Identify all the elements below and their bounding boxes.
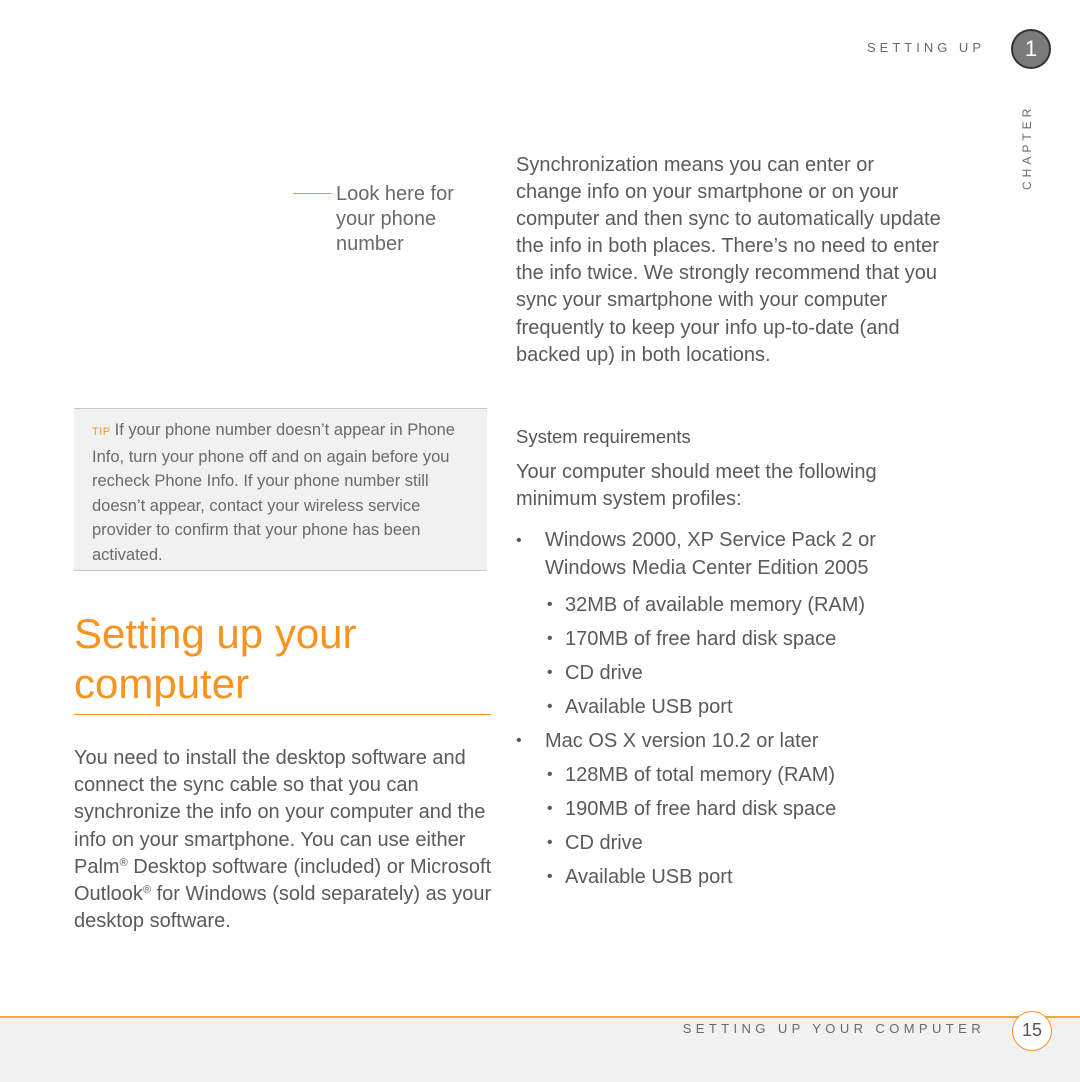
chapter-label: CHAPTER [1020, 104, 1034, 190]
platform-name: Mac OS X version 10.2 or later [545, 730, 819, 752]
tip-box: TIP If your phone number doesn’t appear i… [74, 408, 487, 571]
bullet-icon: • [547, 664, 553, 681]
platform-item-mac: • Mac OS X version 10.2 or later [516, 724, 936, 758]
bullet-icon: • [516, 532, 522, 549]
requirement-item: • Available USB port [516, 860, 936, 894]
requirement-item: • CD drive [516, 826, 936, 860]
bullet-icon: • [547, 800, 553, 817]
callout-leader-line [293, 193, 332, 194]
requirement-item: • 32MB of available memory (RAM) [516, 588, 936, 622]
platform-item-windows: • Windows 2000, XP Service Pack 2 or Win… [516, 527, 936, 582]
chapter-number-badge: 1 [1011, 29, 1051, 69]
page-number: 15 [1012, 1011, 1052, 1051]
requirement-text: Available USB port [565, 696, 733, 718]
bullet-icon: • [547, 868, 553, 885]
bullet-icon: • [547, 698, 553, 715]
requirement-item: • 128MB of total memory (RAM) [516, 758, 936, 792]
bullet-icon: • [547, 630, 553, 647]
registered-mark: ® [119, 856, 128, 869]
footer-section-name: SETTING UP YOUR COMPUTER [682, 1021, 985, 1036]
bullet-icon: • [547, 766, 553, 783]
sync-paragraph: Synchronization means you can enter or c… [516, 154, 941, 366]
bullet-icon: • [547, 596, 553, 613]
requirement-item: • Available USB port [516, 690, 936, 724]
callout-text: Look here for your phone number [336, 183, 454, 255]
requirement-text: 32MB of available memory (RAM) [565, 594, 866, 616]
requirements-intro: Your computer should meet the following … [516, 461, 877, 510]
requirement-text: 190MB of free hard disk space [565, 798, 837, 820]
section-title: Setting up your computer [74, 610, 357, 707]
bullet-icon: • [516, 732, 522, 749]
requirement-item: • CD drive [516, 656, 936, 690]
section-intro-paragraph: You need to install the desktop software… [74, 745, 494, 935]
registered-mark: ® [142, 884, 152, 897]
running-head: SETTING UP [866, 40, 985, 55]
requirement-text: CD drive [565, 832, 643, 854]
platform-name: Windows 2000, XP Service Pack 2 or Windo… [545, 529, 876, 579]
requirement-item: • 190MB of free hard disk space [516, 792, 936, 826]
system-requirements-heading: System requirements [516, 426, 691, 447]
requirements-list: • Windows 2000, XP Service Pack 2 or Win… [516, 527, 936, 894]
title-divider [74, 714, 491, 715]
requirement-text: 170MB of free hard disk space [565, 628, 837, 650]
requirement-text: CD drive [565, 662, 643, 684]
bullet-icon: • [547, 834, 553, 851]
tip-label: TIP [92, 426, 111, 438]
requirement-item: • 170MB of free hard disk space [516, 622, 936, 656]
requirement-text: 128MB of total memory (RAM) [565, 764, 836, 786]
requirement-text: Available USB port [565, 866, 733, 888]
tip-text: If your phone number doesn’t appear in P… [92, 421, 455, 564]
